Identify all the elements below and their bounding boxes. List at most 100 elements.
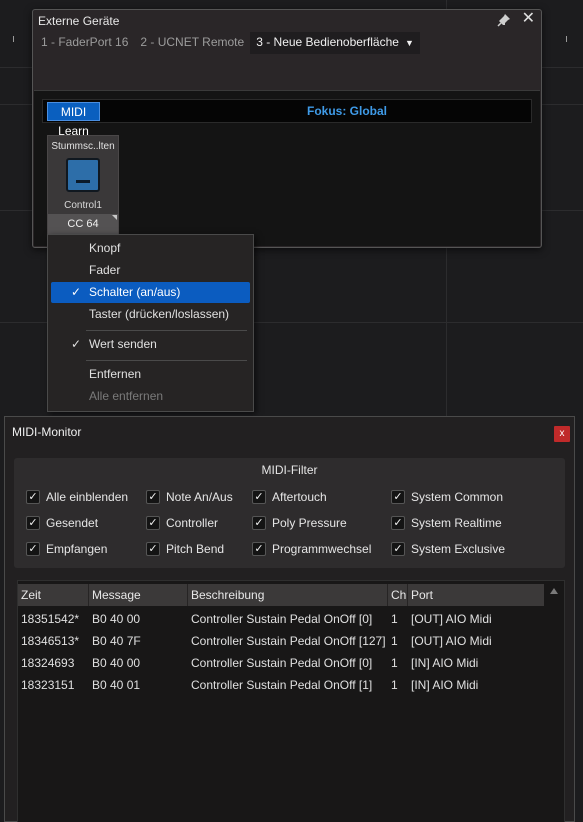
checkbox[interactable]: ✓ bbox=[252, 542, 266, 556]
cell-zeit: 18346513* bbox=[21, 634, 80, 648]
control-context-menu: Knopf Fader ✓ Schalter (an/aus) Taster (d… bbox=[47, 234, 254, 412]
external-devices-window: Externe Geräte ✕ 1 - FaderPort 16 2 - UC… bbox=[32, 9, 542, 248]
ruler-tick bbox=[566, 36, 567, 42]
menu-item-label: Fader bbox=[89, 263, 121, 277]
device-tabs: 1 - FaderPort 16 2 - UCNET Remote 3 - Ne… bbox=[35, 32, 420, 54]
filter-aftertouch[interactable]: ✓ Aftertouch bbox=[252, 489, 327, 505]
focus-label: Fokus: Global bbox=[306, 104, 387, 118]
checkbox[interactable]: ✓ bbox=[391, 490, 405, 504]
checkbox-label: Controller bbox=[166, 516, 219, 530]
cell-ch: 1 bbox=[391, 656, 398, 670]
checkbox-label: Empfangen bbox=[46, 542, 108, 556]
menu-item-label: Alle entfernen bbox=[89, 389, 164, 403]
menu-item-label: Wert senden bbox=[89, 337, 157, 351]
midi-event-table: Zeit Message Beschreibung Ch Port 183515… bbox=[17, 580, 565, 822]
checkbox[interactable]: ✓ bbox=[391, 516, 405, 530]
menu-item-label: Entfernen bbox=[89, 367, 142, 381]
menu-item-entfernen[interactable]: Entfernen bbox=[51, 364, 250, 385]
menu-item-taster[interactable]: Taster (drücken/loslassen) bbox=[51, 304, 250, 325]
cell-beschreibung: Controller Sustain Pedal OnOff [1] bbox=[191, 678, 373, 692]
cell-message: B0 40 01 bbox=[92, 678, 141, 692]
filter-controller[interactable]: ✓ Controller bbox=[146, 515, 218, 531]
checkbox[interactable]: ✓ bbox=[146, 542, 160, 556]
column-header-beschreibung[interactable]: Beschreibung bbox=[188, 584, 388, 606]
column-header-message[interactable]: Message bbox=[89, 584, 188, 606]
device-panel: MIDI Learn Fokus: Global Stummsc..lten C… bbox=[34, 90, 540, 246]
control-cc-assignment[interactable]: CC 64 bbox=[48, 214, 118, 234]
cell-zeit: 18323151 bbox=[21, 678, 75, 692]
column-header-ch[interactable]: Ch bbox=[388, 584, 408, 606]
tab-neue-bedienoberflaeche[interactable]: 3 - Neue Bedienoberfläche ▼ bbox=[250, 32, 420, 54]
close-icon[interactable]: ✕ bbox=[522, 11, 535, 27]
filter-poly-pressure[interactable]: ✓ Poly Pressure bbox=[252, 515, 347, 531]
cell-port: [IN] AIO Midi bbox=[411, 656, 479, 670]
menu-item-wert-senden[interactable]: ✓ Wert senden bbox=[51, 334, 250, 355]
checkbox[interactable]: ✓ bbox=[146, 516, 160, 530]
ruler-tick bbox=[13, 36, 14, 42]
filter-system-exclusive[interactable]: ✓ System Exclusive bbox=[391, 541, 505, 557]
filter-programmwechsel[interactable]: ✓ Programmwechsel bbox=[252, 541, 371, 557]
cell-message: B0 40 00 bbox=[92, 612, 141, 626]
chevron-down-icon[interactable]: ▼ bbox=[405, 38, 414, 48]
checkbox-label: Programmwechsel bbox=[272, 542, 372, 556]
checkbox[interactable]: ✓ bbox=[26, 542, 40, 556]
filter-gesendet[interactable]: ✓ Gesendet bbox=[26, 515, 98, 531]
checkbox[interactable]: ✓ bbox=[146, 490, 160, 504]
cell-beschreibung: Controller Sustain Pedal OnOff [0] bbox=[191, 656, 373, 670]
column-header-zeit[interactable]: Zeit bbox=[18, 584, 89, 606]
filter-alle-einblenden[interactable]: ✓ Alle einblenden bbox=[26, 489, 128, 505]
window-title: MIDI-Monitor bbox=[12, 425, 82, 439]
cell-ch: 1 bbox=[391, 634, 398, 648]
control-label: Control1 bbox=[64, 200, 102, 211]
checkbox[interactable]: ✓ bbox=[252, 490, 266, 504]
menu-item-label: Taster (drücken/loslassen) bbox=[89, 307, 230, 321]
tab-label: 2 - UCNET Remote bbox=[140, 35, 245, 49]
switch-control-button[interactable] bbox=[66, 158, 100, 192]
cc-label: CC 64 bbox=[67, 218, 99, 230]
pin-icon[interactable] bbox=[497, 13, 511, 27]
midi-monitor-window: MIDI-Monitor x MIDI-Filter ✓ Alle einblen… bbox=[4, 416, 575, 822]
scroll-up-icon[interactable] bbox=[550, 588, 558, 594]
cell-beschreibung: Controller Sustain Pedal OnOff [127] bbox=[191, 634, 386, 648]
filter-title: MIDI-Filter bbox=[261, 463, 318, 477]
menu-item-schalter[interactable]: ✓ Schalter (an/aus) bbox=[51, 282, 250, 303]
filter-note-an-aus[interactable]: ✓ Note An/Aus bbox=[146, 489, 233, 505]
cell-ch: 1 bbox=[391, 678, 398, 692]
control-name: Stummsc..lten bbox=[51, 141, 115, 152]
checkbox[interactable]: ✓ bbox=[252, 516, 266, 530]
midi-filter-panel: MIDI-Filter ✓ Alle einblenden ✓ Note An/Au… bbox=[14, 458, 565, 568]
menu-item-label: Schalter (an/aus) bbox=[89, 285, 181, 299]
checkbox[interactable]: ✓ bbox=[391, 542, 405, 556]
table-row[interactable]: 18351542* B0 40 00 Controller Sustain Pe… bbox=[18, 608, 544, 630]
checkbox[interactable]: ✓ bbox=[26, 490, 40, 504]
cell-ch: 1 bbox=[391, 612, 398, 626]
menu-item-alle-entfernen: Alle entfernen bbox=[51, 386, 250, 407]
table-row[interactable]: 18346513* B0 40 7F Controller Sustain Pe… bbox=[18, 630, 544, 652]
cell-zeit: 18324693 bbox=[21, 656, 75, 670]
tab-faderport[interactable]: 1 - FaderPort 16 bbox=[35, 32, 134, 54]
cell-port: [OUT] AIO Midi bbox=[411, 612, 492, 626]
control-card[interactable]: Stummsc..lten Control1 CC 64 bbox=[47, 135, 119, 235]
filter-system-realtime[interactable]: ✓ System Realtime bbox=[391, 515, 502, 531]
close-button[interactable]: x bbox=[554, 426, 570, 442]
table-row[interactable]: 18323151 B0 40 01 Controller Sustain Ped… bbox=[18, 674, 544, 696]
filter-empfangen[interactable]: ✓ Empfangen bbox=[26, 541, 107, 557]
menu-item-knopf[interactable]: Knopf bbox=[51, 238, 250, 259]
filter-system-common[interactable]: ✓ System Common bbox=[391, 489, 503, 505]
table-row[interactable]: 18324693 B0 40 00 Controller Sustain Ped… bbox=[18, 652, 544, 674]
cell-message: B0 40 00 bbox=[92, 656, 141, 670]
tab-label: 1 - FaderPort 16 bbox=[41, 35, 129, 49]
checkbox-label: Note An/Aus bbox=[166, 490, 233, 504]
filter-pitch-bend[interactable]: ✓ Pitch Bend bbox=[146, 541, 224, 557]
checkbox-label: System Common bbox=[411, 490, 504, 504]
cell-zeit: 18351542* bbox=[21, 612, 80, 626]
cell-port: [IN] AIO Midi bbox=[411, 678, 479, 692]
menu-item-fader[interactable]: Fader bbox=[51, 260, 250, 281]
cell-message: B0 40 7F bbox=[92, 634, 141, 648]
checkbox-label: Pitch Bend bbox=[166, 542, 225, 556]
checkbox-label: Aftertouch bbox=[272, 490, 327, 504]
checkbox[interactable]: ✓ bbox=[26, 516, 40, 530]
column-header-port[interactable]: Port bbox=[408, 584, 546, 606]
table-header: Zeit Message Beschreibung Ch Port bbox=[18, 584, 544, 606]
tab-ucnet-remote[interactable]: 2 - UCNET Remote bbox=[134, 32, 250, 54]
